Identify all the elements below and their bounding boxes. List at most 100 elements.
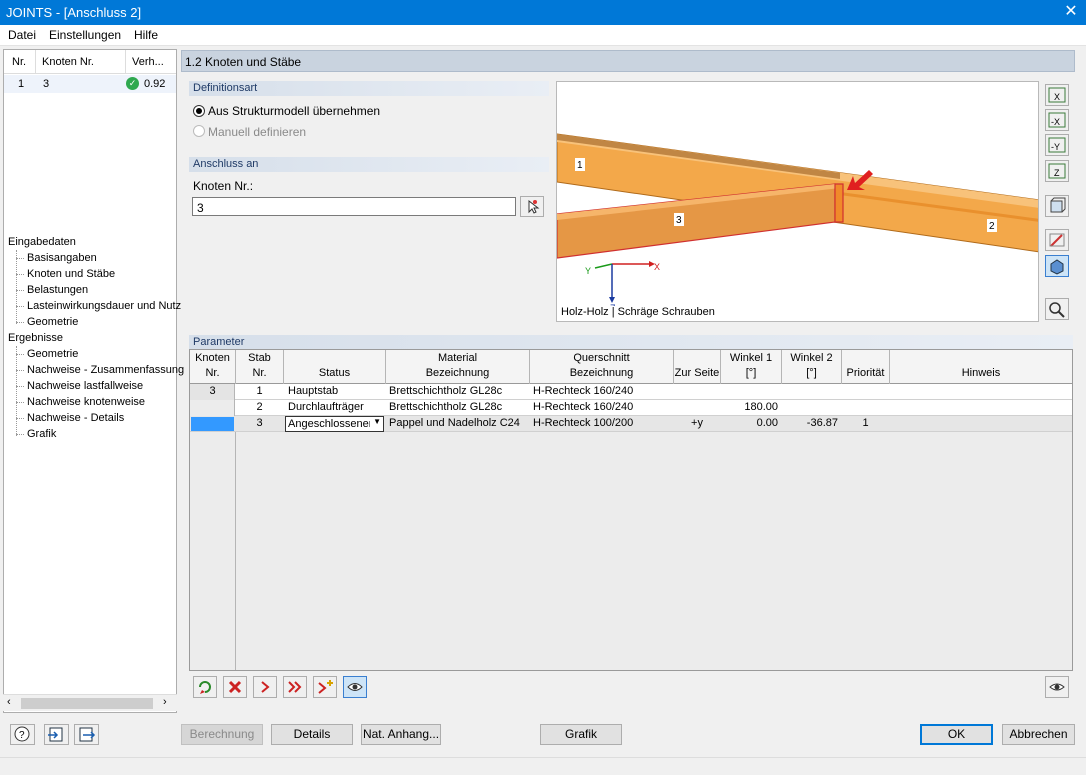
menu-einstellungen[interactable]: Einstellungen bbox=[49, 28, 121, 42]
close-icon[interactable]: ✕ bbox=[1062, 2, 1080, 22]
cell-status[interactable]: Durchlaufträger bbox=[288, 401, 384, 413]
export-button[interactable] bbox=[74, 724, 99, 745]
scroll-left-icon[interactable]: ‹ bbox=[7, 696, 11, 708]
hdr-hinweis: Hinweis bbox=[961, 367, 1001, 379]
cell-querschnitt[interactable]: H-Rechteck 160/240 bbox=[533, 401, 673, 413]
hdr-winkel2-bottom: [°] bbox=[806, 367, 817, 379]
3d-view[interactable]: 1 2 3 X Y Z Holz-Holz | Schräge Schraube… bbox=[556, 81, 1039, 322]
tree-knoten-und-staebe[interactable]: Knoten und Stäbe bbox=[27, 268, 115, 280]
menu-datei[interactable]: Datei bbox=[8, 28, 36, 42]
cell-winkel2[interactable]: -36.87 bbox=[782, 417, 838, 429]
dropdown-arrow-icon[interactable]: ▼ bbox=[373, 417, 381, 426]
reset-icon bbox=[199, 681, 211, 694]
cell-status[interactable]: Hauptstab bbox=[288, 385, 384, 397]
details-button[interactable]: Details bbox=[271, 724, 353, 745]
cell-material[interactable]: Brettschichtholz GL28c bbox=[389, 385, 529, 397]
view-x-button[interactable]: X bbox=[1045, 84, 1069, 106]
knoten-input[interactable]: 3 bbox=[192, 197, 516, 216]
import-button[interactable] bbox=[44, 724, 69, 745]
status-dropdown[interactable]: Angeschlossener ▼ bbox=[285, 416, 384, 432]
delete-icon bbox=[228, 680, 242, 694]
cell-querschnitt[interactable]: H-Rechteck 160/240 bbox=[533, 385, 673, 397]
view-z-icon: Z bbox=[1048, 163, 1066, 179]
help-icon: ? bbox=[14, 726, 30, 742]
eye-button[interactable] bbox=[1045, 676, 1069, 698]
cell-prioritaet[interactable]: 1 bbox=[842, 417, 889, 429]
tree-geometrie[interactable]: Geometrie bbox=[27, 316, 78, 328]
view-minus-y-button[interactable]: -Y bbox=[1045, 134, 1069, 156]
next-button[interactable] bbox=[253, 676, 277, 698]
menu-bar: Datei Einstellungen Hilfe bbox=[0, 25, 1086, 46]
cell-winkel1[interactable]: 0.00 bbox=[721, 417, 778, 429]
zoom-settings-icon bbox=[1049, 302, 1065, 318]
view-z-button[interactable]: Z bbox=[1045, 160, 1069, 182]
tree-ergebnisse[interactable]: Ergebnisse bbox=[8, 332, 63, 344]
tree-res-details[interactable]: Nachweise - Details bbox=[27, 412, 124, 424]
check-icon: ✓ bbox=[126, 77, 139, 90]
tree-belastungen[interactable]: Belastungen bbox=[27, 284, 88, 296]
tree-res-zusammenfassung[interactable]: Nachweise - Zusammenfassung bbox=[27, 364, 184, 376]
view-minus-x-button[interactable]: -X bbox=[1045, 109, 1069, 131]
parameter-header: Parameter bbox=[189, 335, 1073, 350]
axis-y-label: Y bbox=[585, 266, 591, 276]
iso-view-button[interactable] bbox=[1045, 195, 1069, 217]
delete-button[interactable] bbox=[223, 676, 247, 698]
scroll-right-icon[interactable]: › bbox=[163, 696, 167, 708]
tree-res-grafik[interactable]: Grafik bbox=[27, 428, 56, 440]
select-button[interactable] bbox=[1045, 229, 1069, 251]
cell-zur-seite[interactable]: +y bbox=[674, 417, 720, 429]
zoom-settings-button[interactable] bbox=[1045, 298, 1069, 320]
section-title: 1.2 Knoten und Stäbe bbox=[185, 55, 302, 69]
hdr-querschnitt-top: Querschnitt bbox=[573, 352, 630, 364]
help-button[interactable]: ? bbox=[10, 724, 35, 745]
cell-stab: 1 bbox=[256, 385, 263, 397]
ok-button[interactable]: OK bbox=[920, 724, 993, 745]
cell-material[interactable]: Brettschichtholz GL28c bbox=[389, 401, 529, 413]
reset-button[interactable] bbox=[193, 676, 217, 698]
grafik-button[interactable]: Grafik bbox=[540, 724, 622, 745]
cell-stab: 2 bbox=[256, 401, 263, 413]
menu-hilfe[interactable]: Hilfe bbox=[134, 28, 158, 42]
scroll-thumb[interactable] bbox=[21, 698, 153, 709]
results-row[interactable]: 1 3 ✓ 0.92 bbox=[4, 75, 176, 93]
nat-anhang-button[interactable]: Nat. Anhang... bbox=[361, 724, 441, 745]
cell-material[interactable]: Pappel und Nadelholz C24 bbox=[389, 417, 529, 429]
tree-lasteinwirkungsdauer[interactable]: Lasteinwirkungsdauer und Nutz bbox=[27, 300, 181, 312]
hdr-material-bottom: Bezeichnung bbox=[425, 367, 490, 379]
add-button[interactable] bbox=[313, 676, 337, 698]
col-knoten: Knoten Nr. bbox=[42, 56, 94, 68]
radio-manuell[interactable] bbox=[193, 125, 205, 137]
member-label-2: 2 bbox=[989, 221, 995, 232]
view-x-icon: X bbox=[1048, 87, 1066, 103]
member-label-3: 3 bbox=[676, 215, 682, 226]
cell-querschnitt[interactable]: H-Rechteck 100/200 bbox=[533, 417, 673, 429]
render-button[interactable] bbox=[1045, 255, 1069, 277]
tree-res-lastfallweise[interactable]: Nachweise lastfallweise bbox=[27, 380, 143, 392]
abbrechen-button[interactable]: Abbrechen bbox=[1002, 724, 1075, 745]
berechnung-button[interactable]: Berechnung bbox=[181, 724, 263, 745]
results-table-header: Nr. Knoten Nr. Verh... bbox=[4, 50, 176, 74]
hdr-stab-bottom: Nr. bbox=[252, 367, 267, 379]
status-bar bbox=[0, 757, 1086, 775]
hdr-knoten-bottom: Nr. bbox=[205, 367, 220, 379]
view-toggle-button[interactable] bbox=[343, 676, 367, 698]
pick-node-button[interactable] bbox=[520, 196, 544, 217]
col-verh: Verh... bbox=[132, 56, 164, 68]
cell-winkel1[interactable]: 180.00 bbox=[721, 401, 778, 413]
tree-basisangaben[interactable]: Basisangaben bbox=[27, 252, 97, 264]
cell-stab: 3 bbox=[256, 417, 263, 429]
hdr-zur-seite: Zur Seite bbox=[674, 367, 720, 379]
last-button[interactable] bbox=[283, 676, 307, 698]
radio-aus-strukturmodell[interactable] bbox=[193, 105, 205, 117]
navigator-panel: Nr. Knoten Nr. Verh... 1 3 ✓ 0.92 Eingab… bbox=[3, 49, 184, 713]
svg-text:-X: -X bbox=[1051, 117, 1060, 127]
tree-res-geometrie[interactable]: Geometrie bbox=[27, 348, 78, 360]
horizontal-scrollbar[interactable]: ‹ › bbox=[3, 694, 177, 711]
title-bar: JOINTS - [Anschluss 2] ✕ bbox=[0, 0, 1086, 25]
hdr-winkel2-top: Winkel 2 bbox=[790, 352, 833, 364]
tree-eingabedaten[interactable]: Eingabedaten bbox=[8, 236, 76, 248]
select-icon bbox=[1049, 233, 1065, 247]
tree-res-knotenweise[interactable]: Nachweise knotenweise bbox=[27, 396, 145, 408]
anschluss-header: Anschluss an bbox=[189, 157, 549, 172]
hdr-winkel1-top: Winkel 1 bbox=[729, 352, 773, 364]
